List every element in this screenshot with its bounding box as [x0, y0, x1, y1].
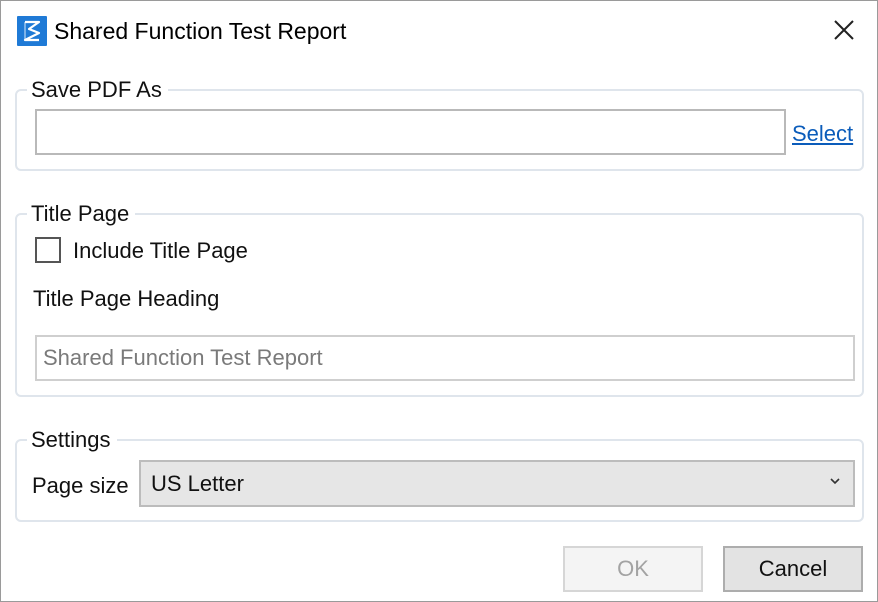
ok-button[interactable]: OK	[563, 546, 703, 592]
page-size-select[interactable]: US Letter	[139, 460, 855, 507]
title-page-legend: Title Page	[27, 201, 136, 227]
select-file-link[interactable]: Select	[792, 121, 853, 147]
include-title-page-checkbox[interactable]	[35, 237, 61, 263]
title-bar: Shared Function Test Report	[1, 1, 877, 59]
cancel-button[interactable]: Cancel	[723, 546, 863, 592]
pdf-path-input[interactable]	[35, 109, 786, 155]
save-pdf-legend: Save PDF As	[27, 77, 168, 103]
chevron-down-icon	[830, 478, 840, 485]
settings-legend: Settings	[27, 427, 117, 453]
window-title: Shared Function Test Report	[54, 18, 347, 44]
app-logo-icon	[17, 16, 47, 46]
close-icon	[834, 20, 854, 40]
include-title-page-label[interactable]: Include Title Page	[73, 238, 248, 264]
title-page-heading-input[interactable]	[35, 335, 855, 381]
page-size-value: US Letter	[151, 471, 244, 496]
dialog-window: Shared Function Test Report Save PDF As …	[0, 0, 878, 602]
page-size-label: Page size	[32, 473, 129, 498]
close-button[interactable]	[827, 13, 861, 47]
title-page-heading-label: Title Page Heading	[33, 286, 220, 311]
